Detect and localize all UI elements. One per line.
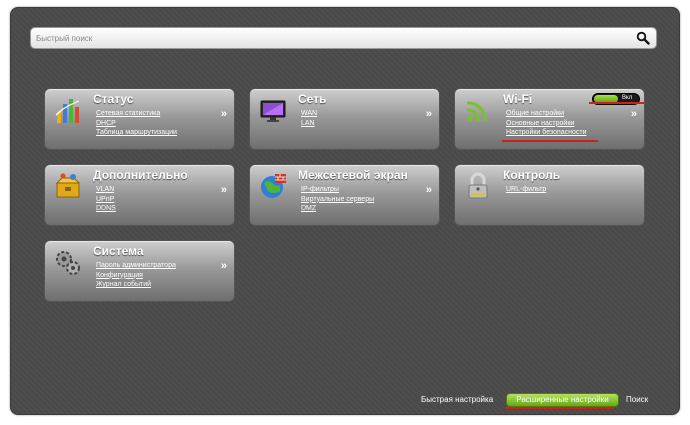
link-security-settings[interactable]: Настройки безопасности: [506, 128, 587, 138]
tile-status[interactable]: Статус Сетевая статистика DHCP Таблица м…: [44, 88, 235, 150]
link-basic-settings[interactable]: Основные настройки: [506, 119, 587, 129]
link-ip-filters[interactable]: IP-фильтры: [301, 185, 374, 195]
link-network-statistics[interactable]: Сетевая статистика: [96, 109, 177, 119]
highlight-underline-toggle: [589, 102, 644, 104]
link-general-settings[interactable]: Общие настройки: [506, 109, 587, 119]
quick-search-bar[interactable]: [30, 27, 657, 49]
wifi-toggle-label: Вкл: [622, 95, 633, 101]
tile-firewall-title: Межсетевой экран: [298, 168, 408, 182]
highlight-underline-advanced: [506, 407, 614, 409]
padlock-icon: [468, 172, 488, 199]
monitor-network-icon: [260, 100, 286, 122]
firewall-globe-icon: [261, 174, 286, 198]
tile-advanced-title: Дополнительно: [93, 168, 188, 182]
tile-status-title: Статус: [93, 92, 134, 106]
expand-arrow[interactable]: »: [631, 108, 637, 120]
tile-firewall[interactable]: Межсетевой экран IP-фильтры Виртуальные …: [249, 164, 440, 226]
link-ddns[interactable]: DDNS: [96, 204, 116, 214]
expand-arrow[interactable]: »: [221, 184, 227, 196]
wifi-icon: [466, 101, 487, 122]
tile-system[interactable]: Система Пароль администратора Конфигурац…: [44, 240, 235, 302]
search-icon[interactable]: [636, 31, 650, 45]
link-vlan[interactable]: VLAN: [96, 185, 116, 195]
link-configuration[interactable]: Конфигурация: [96, 271, 176, 281]
tile-network-title: Сеть: [298, 92, 327, 106]
tile-control[interactable]: Контроль URL-фильтр: [454, 164, 645, 226]
link-dhcp[interactable]: DHCP: [96, 119, 177, 129]
highlight-underline-security: [502, 140, 598, 142]
tile-control-title: Контроль: [503, 168, 561, 182]
tile-wifi-title: Wi-Fi: [503, 92, 533, 106]
search-input[interactable]: [36, 30, 626, 46]
expand-arrow[interactable]: »: [426, 184, 432, 196]
link-admin-password[interactable]: Пароль администратора: [96, 261, 176, 271]
gears-icon: [56, 251, 80, 275]
bar-chart-icon: [55, 99, 80, 123]
tile-advanced[interactable]: Дополнительно VLAN UPnP DDNS »: [44, 164, 235, 226]
expand-arrow[interactable]: »: [426, 108, 432, 120]
link-virtual-servers[interactable]: Виртуальные серверы: [301, 195, 374, 205]
advanced-settings-button[interactable]: Расширенные настройки: [507, 394, 618, 406]
link-routing-table[interactable]: Таблица маршрутизации: [96, 128, 177, 138]
link-url-filter[interactable]: URL-фильтр: [506, 185, 546, 195]
toolbox-icon: [55, 173, 81, 198]
tile-network[interactable]: Сеть WAN LAN »: [249, 88, 440, 150]
expand-arrow[interactable]: »: [221, 108, 227, 120]
expand-arrow[interactable]: »: [221, 260, 227, 272]
link-event-log[interactable]: Журнал событий: [96, 280, 176, 290]
tile-system-title: Система: [93, 244, 144, 258]
link-dmz[interactable]: DMZ: [301, 204, 374, 214]
link-wan[interactable]: WAN: [301, 109, 317, 119]
link-upnp[interactable]: UPnP: [96, 195, 116, 205]
link-lan[interactable]: LAN: [301, 119, 317, 129]
quick-setup-link[interactable]: Быстрая настройка: [421, 394, 493, 406]
search-link[interactable]: Поиск: [626, 394, 648, 406]
